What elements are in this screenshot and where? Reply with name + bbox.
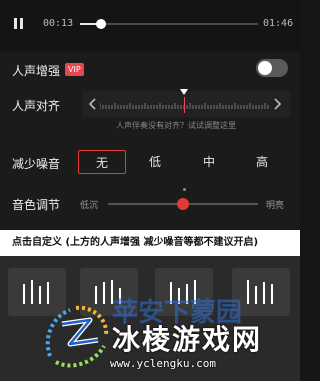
current-time: 00:13 — [43, 18, 74, 29]
align-marker-pointer — [180, 89, 188, 95]
tone-center-dot — [183, 188, 186, 191]
noise-reduce-label: 减少噪音 — [12, 157, 61, 171]
watermark-title: 冰棱游戏网 — [112, 323, 263, 356]
vocal-enhance-label: 人声增强 — [12, 64, 61, 78]
player-bar: 00:13 01:46 — [0, 0, 300, 50]
tone-label: 音色调节 — [12, 198, 61, 212]
align-marker[interactable] — [184, 97, 185, 113]
progress-thumb[interactable] — [96, 19, 107, 29]
watermark-logo-icon — [45, 305, 109, 368]
toggle-knob — [258, 61, 272, 75]
align-ruler-ticks — [100, 103, 269, 109]
noise-option-high[interactable]: 高 — [238, 150, 286, 174]
progress-track[interactable] — [80, 19, 258, 29]
tone-slider-thumb[interactable] — [177, 198, 189, 210]
pause-icon[interactable] — [14, 18, 23, 29]
noise-option-none[interactable]: 无 — [78, 150, 126, 174]
chevron-right-icon[interactable] — [272, 98, 282, 110]
tone-slider[interactable] — [108, 198, 258, 210]
instruction-caption: 点击自定义 (上方的人声增强 减少噪音等都不建议开启) — [0, 230, 300, 256]
noise-option-medium[interactable]: 中 — [185, 150, 233, 174]
total-time: 01:46 — [263, 18, 294, 29]
vocal-align-hint: 人声伴奏没有对齐？试试调整这里 — [116, 121, 236, 130]
watermark-url: www.yclengku.com — [110, 357, 216, 370]
chevron-left-icon[interactable] — [88, 98, 98, 110]
vip-badge: VIP — [65, 63, 84, 76]
vocal-align-label: 人声对齐 — [12, 99, 61, 113]
tone-high-label: 明亮 — [266, 201, 285, 211]
noise-option-low[interactable]: 低 — [131, 150, 179, 174]
equalizer-icon — [244, 278, 278, 306]
tone-low-label: 低沉 — [80, 201, 99, 211]
vocal-enhance-toggle[interactable] — [256, 59, 288, 77]
